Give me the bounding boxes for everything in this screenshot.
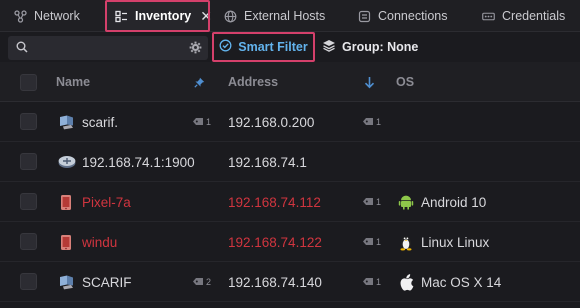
search-icon xyxy=(16,41,28,56)
table-row[interactable]: 192.168.74.1:1900 192.168.74.1 xyxy=(0,142,580,182)
tab-credentials-label: Credentials xyxy=(502,9,566,23)
table-row[interactable]: SCARIF 2 192.168.74.140 1 Mac OS X 14 xyxy=(0,262,580,302)
sort-down-icon[interactable] xyxy=(364,62,375,102)
computer-icon xyxy=(58,262,75,302)
gear-icon[interactable] xyxy=(189,41,202,57)
layers-icon xyxy=(322,39,336,55)
toolbar: Smart Filter Group: None xyxy=(0,32,580,62)
tag-icon xyxy=(362,237,374,248)
tag-icon xyxy=(362,117,374,128)
host-address: 192.168.74.122 xyxy=(228,234,322,250)
name-tag-badge: 1 xyxy=(192,102,211,142)
address-tag-badge: 1 xyxy=(362,182,381,222)
group-button[interactable]: Group: None xyxy=(322,32,418,62)
name-tag-badge: 2 xyxy=(192,262,211,302)
search-input[interactable] xyxy=(8,36,208,60)
os-name: Linux Linux xyxy=(421,234,490,250)
credentials-icon xyxy=(482,10,495,23)
connections-icon xyxy=(358,10,371,23)
tab-credentials[interactable]: Credentials xyxy=(474,0,580,32)
pin-icon[interactable] xyxy=(194,62,205,102)
table-header: Name Address OS xyxy=(0,62,580,102)
address-tag-badge: 1 xyxy=(362,222,381,262)
phone-icon xyxy=(60,222,72,262)
tab-connections-label: Connections xyxy=(378,9,448,23)
host-address: 192.168.74.1 xyxy=(228,154,307,170)
column-header-os[interactable]: OS xyxy=(396,62,414,102)
tab-bar: Network Inventory ✕ External Hosts Conne… xyxy=(0,0,580,32)
row-checkbox[interactable] xyxy=(20,193,37,210)
network-icon xyxy=(14,9,27,23)
table-row[interactable]: windu 192.168.74.122 1 Linux Linux xyxy=(0,222,580,262)
phone-icon xyxy=(60,182,72,222)
tag-icon xyxy=(362,277,374,288)
linux-icon xyxy=(398,234,414,250)
tab-external-hosts-label: External Hosts xyxy=(244,9,326,23)
host-address: 192.168.74.112 xyxy=(228,194,321,210)
host-name[interactable]: SCARIF xyxy=(82,262,132,302)
tab-inventory-label: Inventory xyxy=(135,9,192,23)
inventory-icon xyxy=(115,10,128,23)
smart-filter-icon xyxy=(219,39,232,55)
host-address: 192.168.0.200 xyxy=(228,114,315,130)
table-row[interactable]: Pixel-7a 192.168.74.112 1 Android 10 xyxy=(0,182,580,222)
group-label: Group: None xyxy=(342,40,419,54)
os-cell: Mac OS X 14 xyxy=(398,262,501,302)
address-tag-count: 1 xyxy=(376,277,382,287)
address-tag-badge: 1 xyxy=(362,262,381,302)
host-name[interactable]: scarif. xyxy=(82,102,118,142)
tab-connections[interactable]: Connections xyxy=(350,0,470,32)
tab-external-hosts[interactable]: External Hosts xyxy=(212,0,354,32)
computer-icon xyxy=(58,102,75,142)
address-tag-badge: 1 xyxy=(362,102,381,142)
os-name: Mac OS X 14 xyxy=(421,274,502,290)
row-checkbox[interactable] xyxy=(20,233,37,250)
os-cell: Linux Linux xyxy=(398,222,489,262)
row-checkbox[interactable] xyxy=(20,153,37,170)
name-tag-count: 1 xyxy=(206,117,212,127)
select-all-checkbox[interactable] xyxy=(20,74,37,91)
smart-filter-button[interactable]: Smart Filter xyxy=(212,32,315,62)
host-name[interactable]: Pixel-7a xyxy=(82,182,131,222)
address-tag-count: 1 xyxy=(376,197,382,207)
host-address: 192.168.74.140 xyxy=(228,274,322,290)
column-header-name[interactable]: Name xyxy=(56,62,90,102)
host-name[interactable]: windu xyxy=(82,222,117,262)
tab-network[interactable]: Network xyxy=(0,0,104,32)
address-tag-count: 1 xyxy=(376,117,382,127)
android-icon xyxy=(398,194,414,210)
apple-icon xyxy=(398,273,414,291)
tab-inventory[interactable]: Inventory ✕ xyxy=(106,0,212,32)
os-cell: Android 10 xyxy=(398,182,486,222)
host-name[interactable]: 192.168.74.1:1900 xyxy=(82,142,195,182)
close-icon[interactable]: ✕ xyxy=(200,8,212,25)
address-tag-count: 1 xyxy=(376,237,382,247)
tag-icon xyxy=(362,197,374,208)
os-name: Android 10 xyxy=(421,194,487,210)
tag-icon xyxy=(192,117,204,128)
name-tag-count: 2 xyxy=(206,277,212,287)
column-header-address[interactable]: Address xyxy=(228,62,278,102)
tab-network-label: Network xyxy=(34,9,80,23)
smart-filter-label: Smart Filter xyxy=(238,40,308,54)
tag-icon xyxy=(192,277,204,288)
table-row[interactable]: scarif. 1 192.168.0.200 1 xyxy=(0,102,580,142)
row-checkbox[interactable] xyxy=(20,273,37,290)
row-checkbox[interactable] xyxy=(20,113,37,130)
globe-icon xyxy=(224,10,237,23)
router-icon xyxy=(58,142,76,182)
